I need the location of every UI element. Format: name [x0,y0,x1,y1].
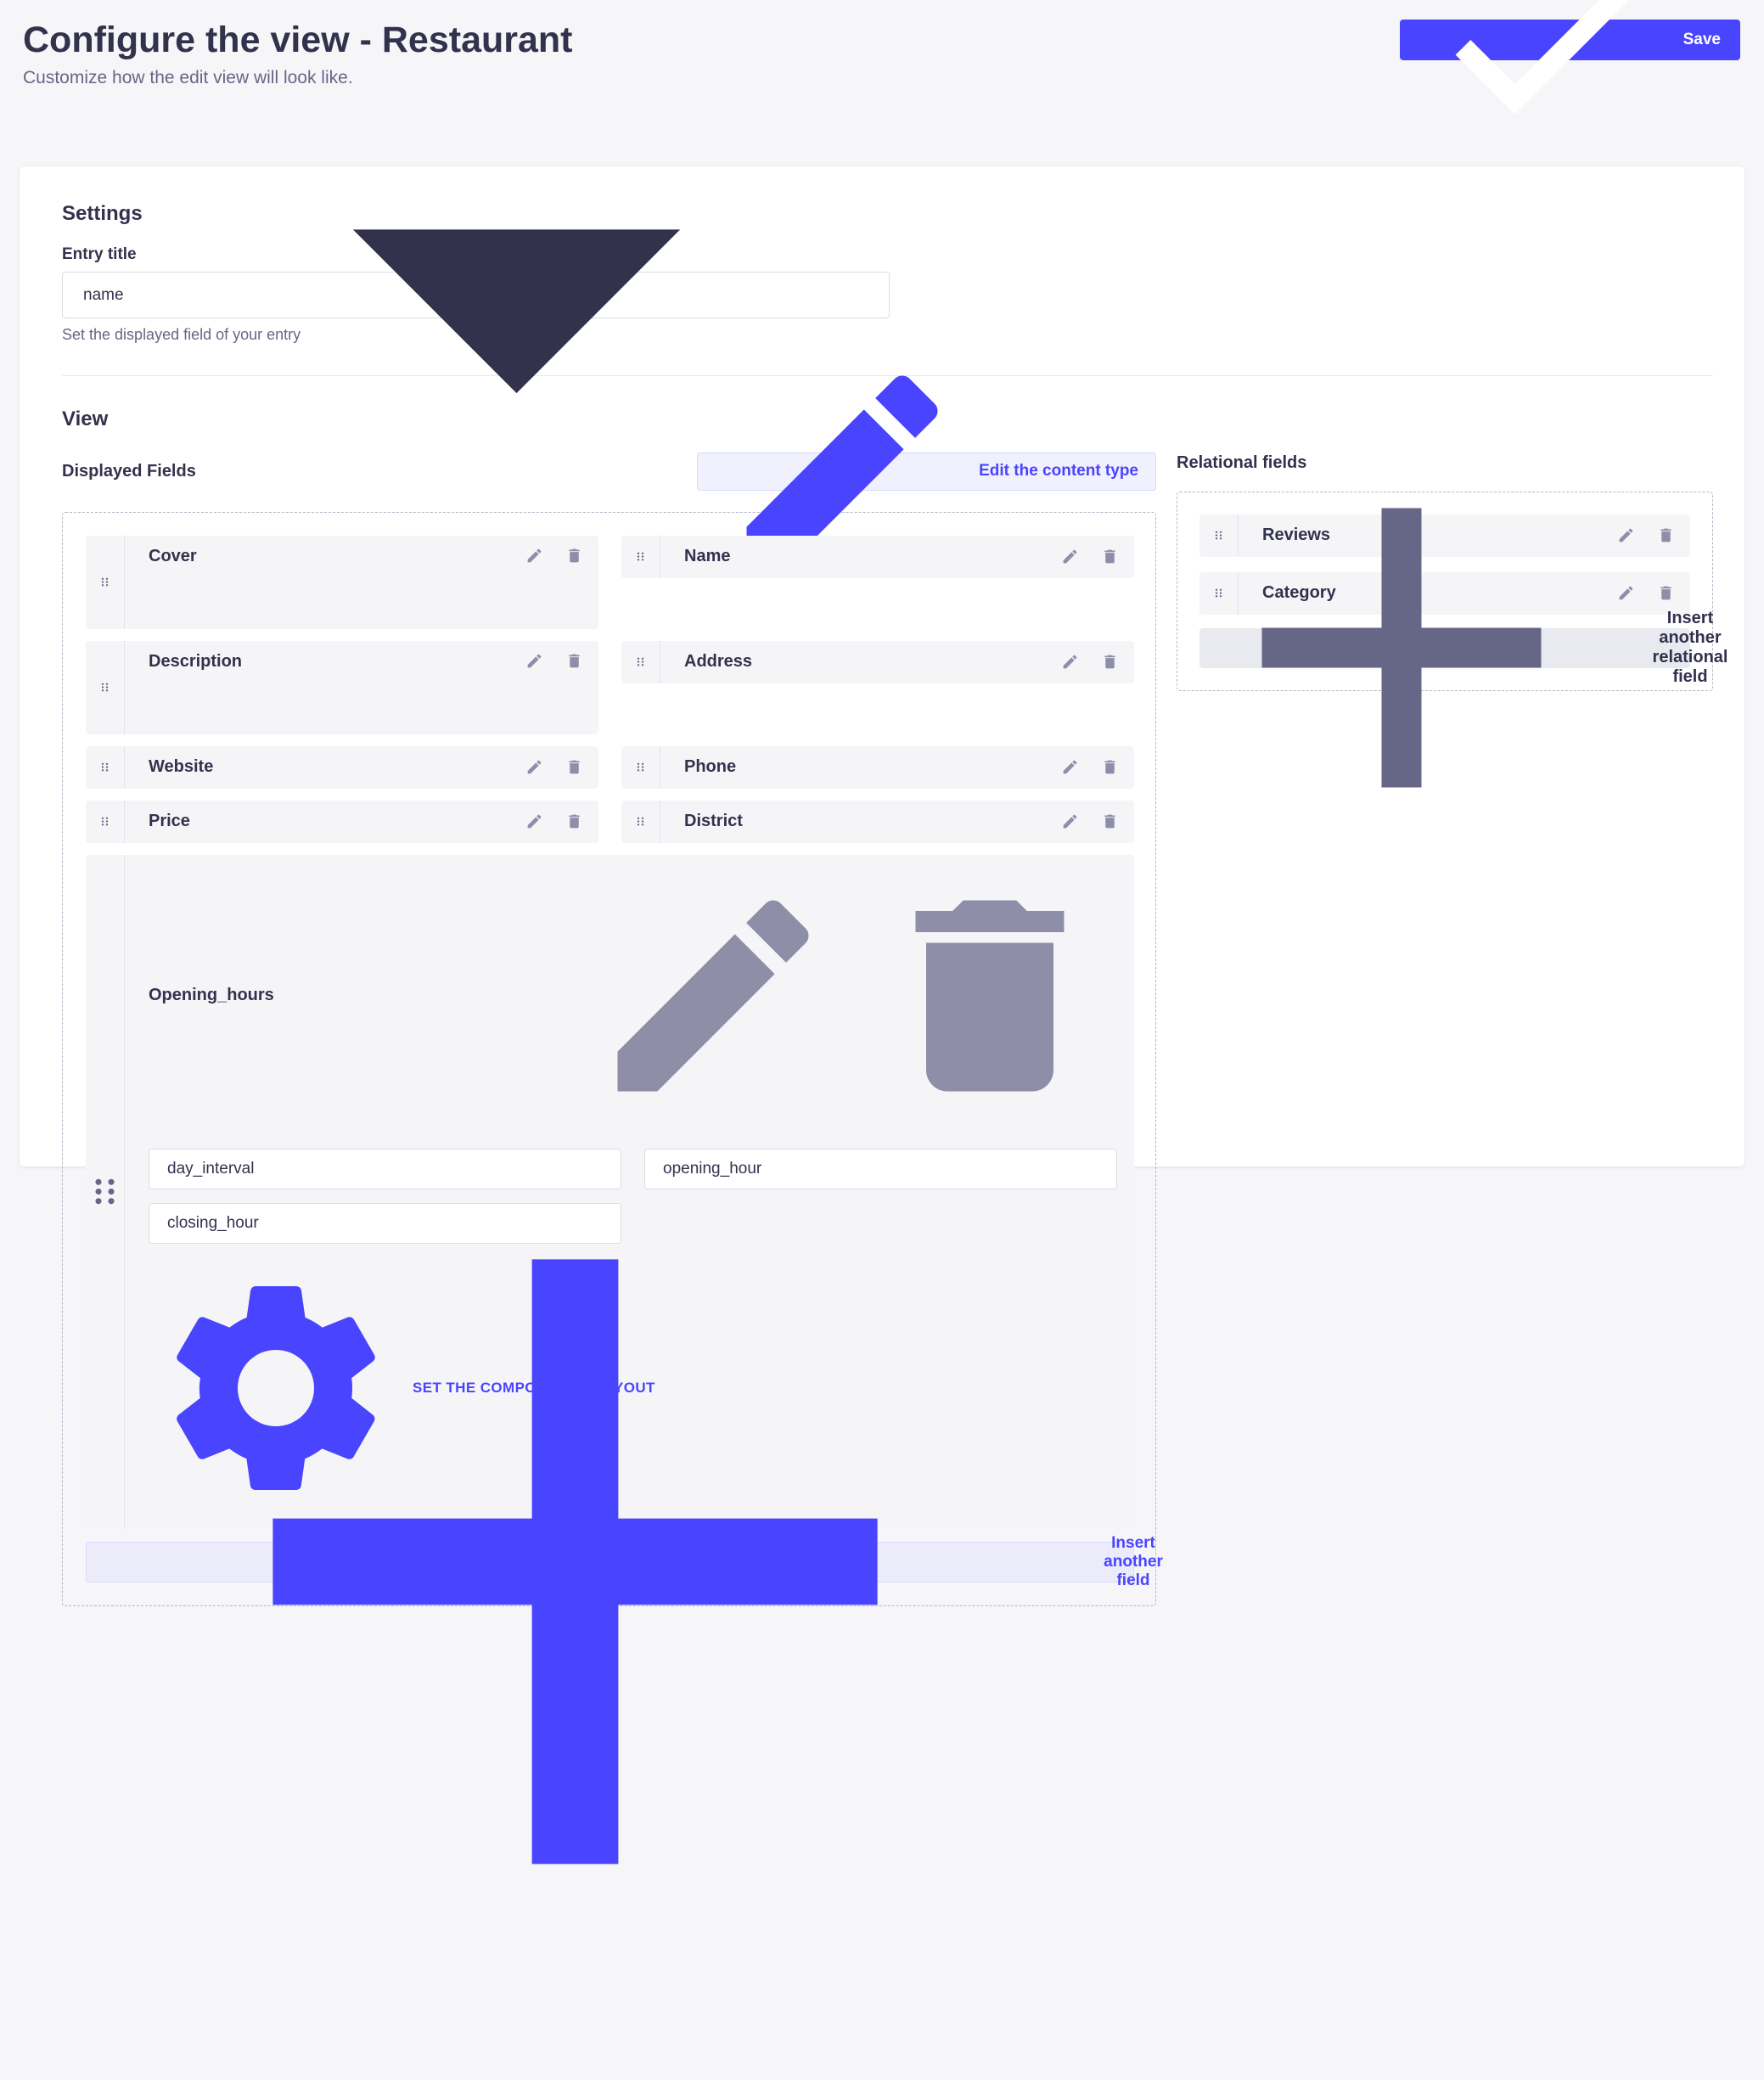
edit-field-button[interactable] [1061,812,1079,830]
pencil-icon [1061,812,1079,830]
pencil-icon [525,812,543,830]
edit-field-button[interactable] [1061,548,1079,565]
view-columns: Displayed Fields Edit the content type C… [62,453,1713,1606]
drag-handle[interactable] [86,641,125,734]
delete-field-button[interactable] [1101,653,1119,671]
displayed-fields-header: Displayed Fields Edit the content type [62,453,1156,491]
field-card-label: Address [684,652,1039,672]
insert-another-field-button[interactable]: Insert another field [86,1542,1134,1582]
delete-field-button[interactable] [565,812,583,830]
card-body: Name [660,536,1134,578]
save-button[interactable]: Save [1400,20,1740,60]
field-card-phone: Phone [621,746,1134,789]
field-card-description: Description [86,641,598,734]
edit-content-type-button[interactable]: Edit the content type [697,453,1156,491]
field-card-cover: Cover [86,536,598,629]
edit-field-button[interactable] [1061,653,1079,671]
drag-handle[interactable] [86,536,125,629]
pencil-icon [1061,758,1079,776]
fields-grid: Cover Name Description Address Website Phone P… [86,536,1132,1582]
pencil-icon [1061,548,1079,565]
drag-handle[interactable] [86,801,125,843]
pencil-icon [525,652,543,670]
relational-fields-column: Relational fields ReviewsCategory Insert… [1177,453,1713,691]
delete-field-button[interactable] [1101,758,1119,776]
delete-field-button[interactable] [1101,548,1119,565]
drag-handle[interactable] [621,746,660,789]
page-header: Configure the view - Restaurant Customiz… [0,0,1764,88]
field-card-label: Phone [684,757,1039,777]
field-card-label: Name [684,547,1039,566]
insert-another-relational-field-button[interactable]: Insert another relational field [1199,628,1690,668]
drag-handle[interactable] [86,746,125,789]
trash-icon [565,652,583,670]
plus-icon [1162,408,1641,887]
delete-field-button[interactable] [565,758,583,776]
edit-content-type-label: Edit the content type [979,462,1138,481]
entry-title-select-value: name [83,286,124,305]
edit-field-button[interactable] [525,547,543,565]
pencil-icon [525,547,543,565]
field-card-address: Address [621,641,1134,683]
main-card: Settings Entry title name Set the displa… [20,166,1744,1166]
displayed-fields-dropzone: Cover Name Description Address Website Phone P… [62,512,1156,1606]
field-card-label: Website [149,757,503,777]
field-card-label: Description [149,652,503,672]
card-body: Address [660,641,1134,683]
drag-handle[interactable] [621,801,660,843]
delete-field-button[interactable] [1657,584,1675,602]
card-body: Phone [660,746,1134,789]
trash-icon [565,758,583,776]
trash-icon [1657,526,1675,544]
pencil-icon [1061,653,1079,671]
trash-icon [565,547,583,565]
edit-field-button[interactable] [525,758,543,776]
check-icon [1419,0,1674,167]
drag-handle[interactable] [621,536,660,578]
trash-icon [1101,653,1119,671]
delete-field-button[interactable] [1657,526,1675,544]
delete-field-button[interactable] [1101,812,1119,830]
field-card-name: Name [621,536,1134,578]
card-body: Cover [125,536,598,629]
insert-another-field-label: Insert another field [1104,1534,1163,1590]
field-card-district: District [621,801,1134,843]
edit-field-button[interactable] [1061,758,1079,776]
field-card-label: District [684,812,1039,831]
insert-another-relational-field-label: Insert another relational field [1653,609,1728,687]
edit-field-button[interactable] [525,812,543,830]
relational-fields-dropzone: ReviewsCategory Insert another relationa… [1177,492,1713,691]
field-card-label: Price [149,812,503,831]
save-button-label: Save [1683,31,1721,49]
card-body: Website [125,746,598,789]
edit-field-button[interactable] [525,652,543,670]
drag-handle[interactable] [621,641,660,683]
trash-icon [565,812,583,830]
delete-field-button[interactable] [565,652,583,670]
component-label: Opening_hours [149,986,564,1005]
trash-icon [1101,758,1119,776]
field-card-label: Cover [149,547,503,566]
trash-icon [1101,812,1119,830]
card-body: District [660,801,1134,843]
plus-icon [57,1043,1093,2080]
card-body: Price [125,801,598,843]
card-body: Description [125,641,598,734]
delete-field-button[interactable] [565,547,583,565]
field-card-price: Price [86,801,598,843]
pencil-icon [525,758,543,776]
trash-icon [1101,548,1119,565]
displayed-fields-label: Displayed Fields [62,462,196,481]
field-card-website: Website [86,746,598,789]
displayed-fields-column: Displayed Fields Edit the content type C… [62,453,1156,1606]
entry-title-select[interactable]: name [62,272,890,318]
trash-icon [1657,584,1675,602]
